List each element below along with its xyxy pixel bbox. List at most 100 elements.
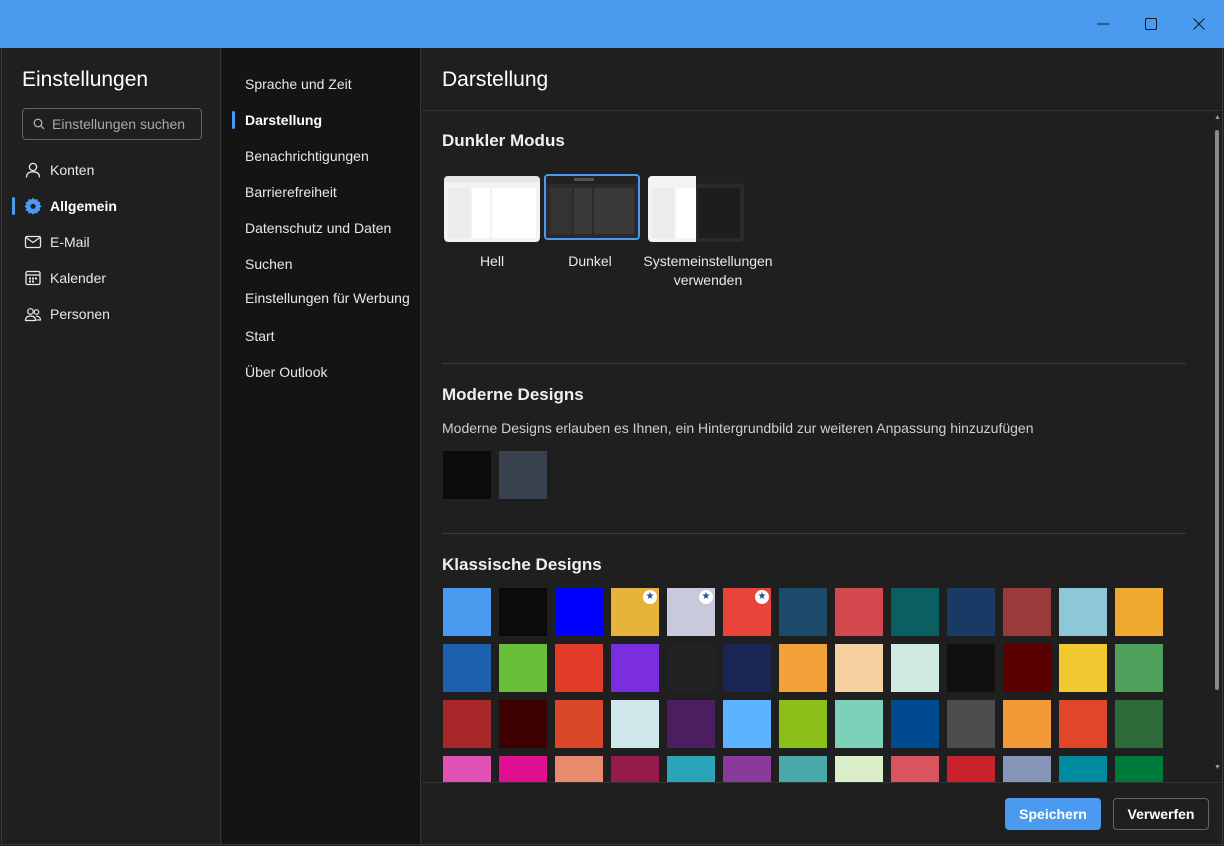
light-theme-preview	[444, 176, 540, 242]
sidebar-item-personen[interactable]: Personen	[2, 296, 221, 332]
classic-theme-swatch[interactable]	[443, 588, 491, 636]
subcategory-nav: Sprache und Zeit Darstellung Benachricht…	[222, 66, 421, 390]
search-box[interactable]	[22, 108, 202, 140]
close-button[interactable]	[1179, 8, 1219, 40]
sidebar-item-label: Personen	[50, 306, 110, 322]
maximize-button[interactable]	[1131, 8, 1171, 40]
classic-theme-swatch[interactable]	[1115, 700, 1163, 748]
classic-theme-swatch[interactable]	[443, 756, 491, 782]
modern-theme-swatch[interactable]	[499, 451, 547, 499]
scroll-thumb[interactable]	[1215, 130, 1219, 690]
sidebar-item-allgemein[interactable]: Allgemein	[2, 188, 221, 224]
classic-theme-swatch[interactable]	[947, 588, 995, 636]
mode-option-system[interactable]	[648, 176, 744, 242]
classic-theme-swatch[interactable]	[1003, 644, 1051, 692]
classic-theme-swatch[interactable]: ★	[611, 588, 659, 636]
search-input[interactable]	[52, 116, 192, 132]
minimize-button[interactable]	[1083, 8, 1123, 40]
classic-theme-swatch[interactable]	[835, 700, 883, 748]
classic-theme-swatch[interactable]	[555, 588, 603, 636]
classic-theme-swatch[interactable]: ★	[667, 588, 715, 636]
classic-theme-swatch[interactable]	[723, 644, 771, 692]
classic-theme-swatch[interactable]	[835, 756, 883, 782]
subnav-item-ueber-outlook[interactable]: Über Outlook	[222, 354, 421, 390]
save-button[interactable]: Speichern	[1005, 798, 1101, 830]
sidebar-title: Einstellungen	[22, 68, 149, 91]
classic-theme-swatch[interactable]	[611, 756, 659, 782]
classic-theme-swatch[interactable]	[611, 644, 659, 692]
close-icon	[1193, 18, 1205, 30]
classic-theme-swatch[interactable]	[891, 588, 939, 636]
mode-label-dunkel: Dunkel	[568, 253, 612, 269]
classic-theme-swatch[interactable]	[1059, 644, 1107, 692]
discard-button[interactable]: Verwerfen	[1113, 798, 1209, 830]
classic-theme-swatch[interactable]	[1059, 700, 1107, 748]
classic-theme-swatch[interactable]	[667, 756, 715, 782]
classic-theme-swatch[interactable]	[499, 756, 547, 782]
subnav-item-datenschutz[interactable]: Datenschutz und Daten	[222, 210, 421, 246]
classic-theme-swatch[interactable]	[779, 644, 827, 692]
star-icon: ★	[643, 590, 657, 604]
sidebar-item-label: Konten	[50, 162, 95, 178]
classic-theme-swatch[interactable]	[723, 700, 771, 748]
classic-theme-swatch[interactable]	[947, 644, 995, 692]
scroll-up-arrow[interactable]: ▲	[1214, 114, 1221, 122]
classic-theme-swatch[interactable]	[1003, 700, 1051, 748]
title-bar	[0, 0, 1224, 48]
sidebar-item-kalender[interactable]: Kalender	[2, 260, 221, 296]
classic-theme-swatch[interactable]	[1003, 756, 1051, 782]
star-icon: ★	[755, 590, 769, 604]
classic-theme-swatch[interactable]	[779, 756, 827, 782]
mode-option-dunkel[interactable]	[544, 174, 640, 240]
mode-option-hell[interactable]	[444, 176, 540, 242]
classic-theme-swatch[interactable]	[835, 588, 883, 636]
mode-label-hell: Hell	[479, 253, 505, 269]
calendar-icon	[23, 268, 43, 288]
subnav-item-barrierefreiheit[interactable]: Barrierefreiheit	[222, 174, 421, 210]
dark-mode-heading: Dunkler Modus	[442, 131, 565, 150]
settings-sidebar: Einstellungen Konten Allgemein	[2, 48, 221, 844]
person-icon	[23, 160, 43, 180]
sidebar-item-label: E-Mail	[50, 234, 90, 250]
classic-theme-swatch[interactable]	[779, 588, 827, 636]
subnav-item-darstellung[interactable]: Darstellung	[222, 102, 421, 138]
sidebar-item-e-mail[interactable]: E-Mail	[2, 224, 221, 260]
subnav-item-werbung[interactable]: Einstellungen für Werbung	[222, 276, 421, 320]
classic-theme-swatch[interactable]	[723, 756, 771, 782]
classic-theme-swatch[interactable]	[779, 700, 827, 748]
mail-icon	[23, 232, 43, 252]
section-divider	[442, 533, 1186, 534]
classic-theme-swatch[interactable]: ★	[723, 588, 771, 636]
sidebar-item-konten[interactable]: Konten	[2, 152, 221, 188]
subnav-item-sprache-und-zeit[interactable]: Sprache und Zeit	[222, 66, 421, 102]
classic-theme-swatch[interactable]	[947, 756, 995, 782]
classic-theme-swatch[interactable]	[667, 700, 715, 748]
classic-theme-swatch[interactable]	[1059, 588, 1107, 636]
scroll-down-arrow[interactable]: ▼	[1214, 764, 1221, 772]
classic-theme-swatch[interactable]	[443, 644, 491, 692]
classic-theme-swatch[interactable]	[499, 700, 547, 748]
classic-theme-swatch[interactable]	[1115, 588, 1163, 636]
classic-theme-swatch[interactable]	[947, 700, 995, 748]
subnav-item-start[interactable]: Start	[222, 318, 421, 354]
classic-theme-swatch[interactable]	[1115, 756, 1163, 782]
classic-theme-swatch[interactable]	[1115, 644, 1163, 692]
classic-theme-swatch[interactable]	[555, 700, 603, 748]
classic-theme-swatch[interactable]	[499, 588, 547, 636]
classic-theme-swatch[interactable]	[667, 644, 715, 692]
appearance-pane: Darstellung Dunkler Modus Hell Dunkel Sy…	[422, 48, 1222, 844]
classic-theme-swatch[interactable]	[891, 756, 939, 782]
subnav-item-benachrichtigungen[interactable]: Benachrichtigungen	[222, 138, 421, 174]
classic-theme-swatch[interactable]	[499, 644, 547, 692]
classic-theme-swatch[interactable]	[611, 700, 659, 748]
classic-theme-swatch[interactable]	[1059, 756, 1107, 782]
classic-theme-swatch[interactable]	[555, 644, 603, 692]
vertical-scrollbar[interactable]: ▲ ▼	[1214, 114, 1221, 774]
classic-theme-swatch[interactable]	[891, 700, 939, 748]
modern-theme-swatch[interactable]	[443, 451, 491, 499]
classic-theme-swatch[interactable]	[555, 756, 603, 782]
classic-theme-swatch[interactable]	[443, 700, 491, 748]
classic-theme-swatch[interactable]	[891, 644, 939, 692]
classic-theme-swatch[interactable]	[1003, 588, 1051, 636]
classic-theme-swatch[interactable]	[835, 644, 883, 692]
